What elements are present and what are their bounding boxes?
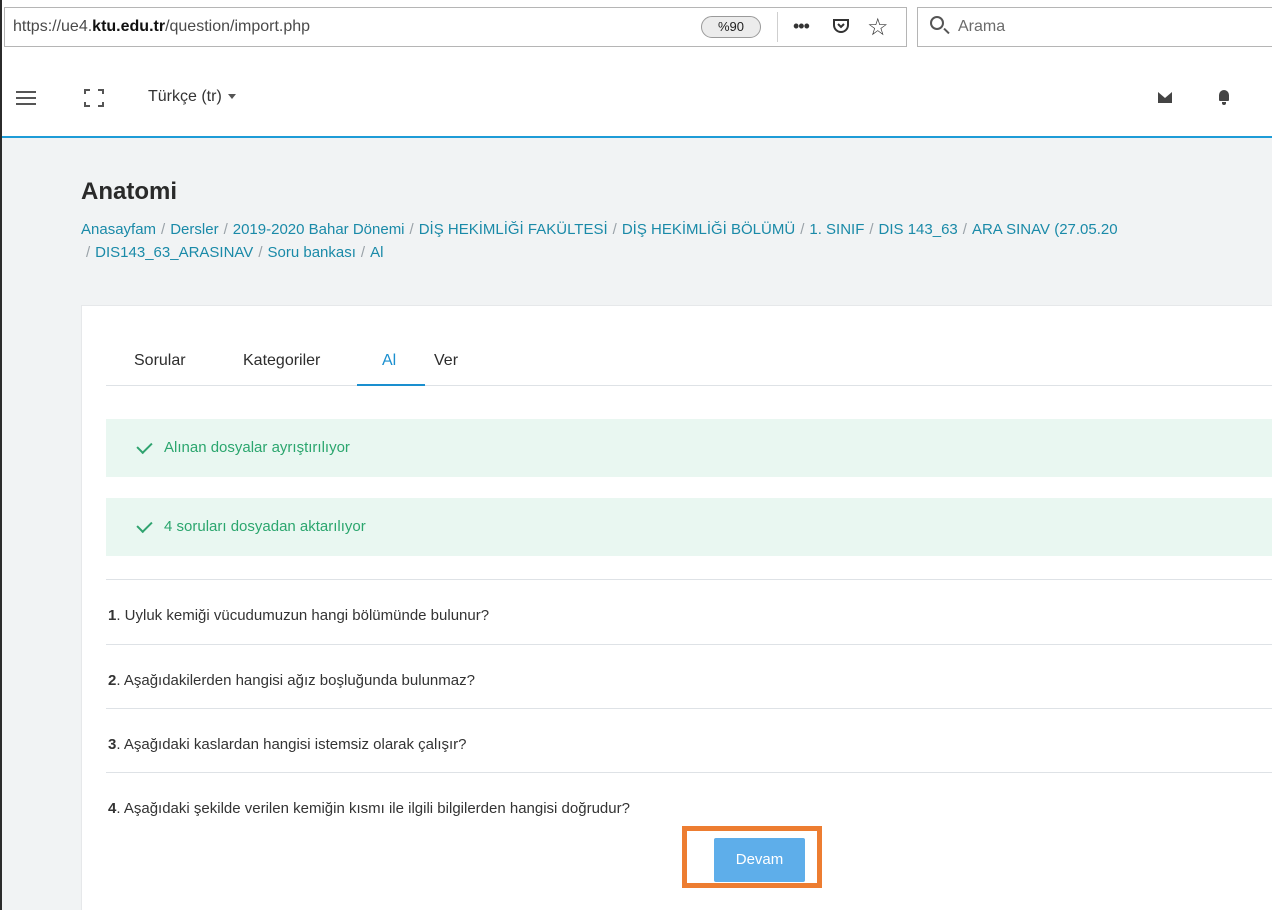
list-item: 2. Aşağıdakilerden hangisi ağız boşluğun…	[106, 644, 1272, 708]
search-placeholder: Arama	[958, 18, 1006, 35]
question-text: 3. Aşağıdaki kaslardan hangisi istemsiz …	[108, 736, 467, 753]
highlight-box	[682, 826, 822, 888]
tab-al[interactable]: Al	[382, 352, 396, 370]
breadcrumb-separator: /	[409, 221, 414, 238]
breadcrumb-separator: /	[962, 221, 967, 238]
breadcrumb-link[interactable]: 2019-2020 Bahar Dönemi	[233, 221, 405, 238]
breadcrumb-link[interactable]: DİŞ HEKİMLİĞİ BÖLÜMÜ	[622, 221, 795, 238]
address-separator	[777, 12, 778, 42]
breadcrumb-separator: /	[360, 244, 366, 261]
menu-icon[interactable]	[16, 91, 36, 105]
breadcrumb-separator: /	[86, 244, 91, 261]
breadcrumb-link[interactable]: Soru bankası	[268, 244, 356, 261]
fullscreen-icon[interactable]	[84, 89, 104, 107]
breadcrumb-link[interactable]: DİŞ HEKİMLİĞİ FAKÜLTESİ	[419, 221, 608, 238]
pocket-icon[interactable]	[831, 16, 851, 42]
alert-text: Alınan dosyalar ayrıştırılıyor	[164, 439, 350, 456]
question-text: 1. Uyluk kemiği vücudumuzun hangi bölümü…	[108, 607, 490, 624]
breadcrumb-separator: /	[161, 221, 166, 238]
breadcrumb-link[interactable]: 1. SINIF	[809, 221, 864, 238]
more-actions-icon[interactable]: •••	[793, 16, 810, 37]
zoom-indicator[interactable]: %90	[701, 16, 761, 38]
bookmark-star-icon[interactable]: ☆	[867, 13, 889, 42]
breadcrumb-separator: /	[258, 244, 263, 261]
site-navbar: Türkçe (tr)	[2, 58, 1272, 138]
search-icon	[930, 16, 944, 30]
breadcrumb: Anasayfam / Dersler/2019-2020 Bahar Dönemi…	[81, 218, 1272, 264]
breadcrumb-link[interactable]: ARA SINAV (27.05.20	[972, 221, 1118, 238]
page-title: Anatomi	[81, 178, 177, 205]
list-item: 3. Aşağıdaki kaslardan hangisi istemsiz …	[106, 708, 1272, 772]
tab-ver[interactable]: Ver	[434, 352, 458, 370]
list-item: 1. Uyluk kemiği vücudumuzun hangi bölümü…	[106, 579, 1272, 643]
alert-text: 4 soruları dosyadan aktarılıyor	[164, 518, 366, 535]
check-icon	[136, 437, 153, 455]
messages-icon[interactable]	[1158, 92, 1172, 103]
breadcrumb-separator: /	[223, 221, 228, 238]
address-url: https://ue4.ktu.edu.tr/question/import.p…	[13, 18, 311, 35]
main-card: Sorular Kategoriler Al Ver Alınan dosyal…	[81, 305, 1272, 910]
notifications-icon[interactable]	[1219, 90, 1229, 105]
question-text: 2. Aşağıdakilerden hangisi ağız boşluğun…	[108, 672, 475, 689]
breadcrumb-separator: /	[612, 221, 617, 238]
breadcrumb-link[interactable]: DIS143_63_ARASINAV	[95, 244, 253, 261]
tab-sorular[interactable]: Sorular	[134, 352, 186, 370]
breadcrumb-link[interactable]: Anasayfam	[81, 221, 156, 238]
breadcrumb-link[interactable]: Al	[370, 244, 383, 261]
breadcrumb-row: / DIS143_63_ARASINAV / Soru bankası / Al	[81, 241, 1272, 264]
question-bank-tabs: Sorular Kategoriler Al Ver	[106, 338, 1272, 386]
question-text: 4. Aşağıdaki şekilde verilen kemiğin kıs…	[108, 800, 630, 817]
breadcrumb-separator: /	[800, 221, 805, 238]
search-input[interactable]: Arama	[917, 7, 1272, 47]
browser-toolbar: https://ue4.ktu.edu.tr/question/import.p…	[2, 0, 1272, 58]
success-alert: 4 soruları dosyadan aktarılıyor	[106, 498, 1272, 556]
address-bar[interactable]: https://ue4.ktu.edu.tr/question/import.p…	[4, 7, 907, 47]
breadcrumb-link[interactable]: DIS 143_63	[879, 221, 958, 238]
language-menu[interactable]: Türkçe (tr)	[148, 88, 236, 106]
tab-kategoriler[interactable]: Kategoriler	[243, 352, 320, 370]
success-alert: Alınan dosyalar ayrıştırılıyor	[106, 419, 1272, 477]
breadcrumb-link[interactable]: Dersler	[170, 221, 218, 238]
chevron-down-icon	[227, 94, 236, 100]
language-label: Türkçe (tr)	[148, 88, 222, 105]
breadcrumb-separator: /	[869, 221, 874, 238]
browser-window: https://ue4.ktu.edu.tr/question/import.p…	[0, 0, 1272, 910]
breadcrumb-row: Anasayfam / Dersler/2019-2020 Bahar Dönemi…	[81, 218, 1272, 241]
check-icon	[136, 516, 153, 534]
active-tab-indicator	[357, 384, 425, 386]
